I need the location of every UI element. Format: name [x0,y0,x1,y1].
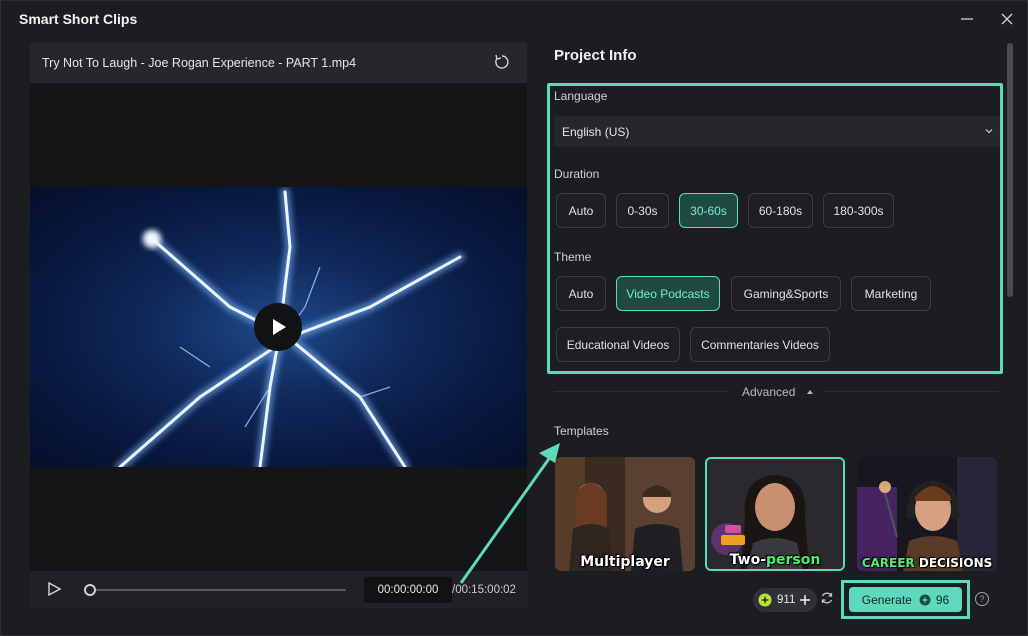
video-player: Try Not To Laugh - Joe Rogan Experience … [30,43,527,609]
theme-label: Theme [554,250,592,264]
smart-short-clips-window: Smart Short Clips Try Not To Laugh - Joe… [0,0,1028,636]
credit-icon [758,593,772,607]
duration-60-180s[interactable]: 60-180s [748,193,813,228]
panel-title: Project Info [554,47,637,64]
templates-label: Templates [554,424,609,438]
template-caption: Multiplayer [580,554,670,570]
generate-button[interactable]: Generate 96 [849,587,962,612]
close-icon [1001,13,1013,25]
template-two-person[interactable]: Two-person [705,457,845,571]
caption-accent: CAREER [861,556,915,570]
duration-auto[interactable]: Auto [556,193,606,228]
help-button[interactable]: ? [975,592,989,606]
template-multiplayer[interactable]: Multiplayer [555,457,695,571]
file-bar: Try Not To Laugh - Joe Rogan Experience … [30,43,527,83]
theme-gaming-sports[interactable]: Gaming&Sports [731,276,841,311]
caption-accent: person [766,552,821,568]
title-bar: Smart Short Clips [1,1,1027,37]
reset-button[interactable] [493,53,513,73]
chevron-down-icon [985,129,993,134]
language-label: Language [554,89,608,103]
window-title: Smart Short Clips [19,11,138,27]
minimize-icon [961,18,973,20]
template-caption: Two-person [707,552,843,569]
progress-thumb[interactable] [84,584,96,596]
video-preview[interactable] [30,187,527,467]
current-time[interactable]: 00:00:00:00 [364,577,452,603]
minimize-button[interactable] [953,7,981,31]
plus-icon [800,595,811,605]
theme-marketing[interactable]: Marketing [851,276,931,311]
theme-educational-videos[interactable]: Educational Videos [556,327,680,362]
advanced-label: Advanced [742,385,796,399]
playback-controls: 00:00:00:00 /00:15:00:02 [30,571,527,609]
duration-0-30s[interactable]: 0-30s [616,193,669,228]
scrollbar-thumb[interactable] [1007,43,1013,297]
generate-label: Generate [861,592,912,607]
reset-icon [495,54,509,69]
theme-commentaries-videos[interactable]: Commentaries Videos [690,327,830,362]
play-outline-icon [48,581,62,597]
refresh-icon [821,592,833,604]
template-career-decisions[interactable]: CAREER DECISIONS [857,457,997,571]
close-button[interactable] [993,7,1021,31]
play-button[interactable] [254,303,302,351]
play-icon [273,319,286,335]
duration-30-60s[interactable]: 30-60s [679,193,738,228]
file-name: Try Not To Laugh - Joe Rogan Experience … [42,56,357,70]
caret-up-icon [806,390,813,394]
divider [823,391,999,392]
progress-track[interactable] [90,589,346,591]
control-play-button[interactable] [46,581,64,599]
language-value: English (US) [562,125,630,139]
advanced-toggle[interactable]: Advanced [742,385,815,399]
total-time: /00:15:00:02 [452,584,516,596]
credits-count: 911 [777,594,796,606]
template-caption: CAREER DECISIONS [857,556,997,571]
divider [554,391,729,392]
duration-label: Duration [554,167,600,181]
theme-auto[interactable]: Auto [556,276,606,311]
refresh-credits-button[interactable] [820,591,836,607]
credits-badge[interactable]: 911 [753,588,817,612]
caption-part: Two- [729,552,767,568]
credit-icon [919,594,931,605]
language-select[interactable]: English (US) [554,116,1000,147]
generate-cost: 96 [935,592,950,607]
caption-part: DECISIONS [918,556,993,570]
template-thumbnail [857,457,997,571]
duration-180-300s[interactable]: 180-300s [823,193,894,228]
theme-video-podcasts[interactable]: Video Podcasts [616,276,720,311]
